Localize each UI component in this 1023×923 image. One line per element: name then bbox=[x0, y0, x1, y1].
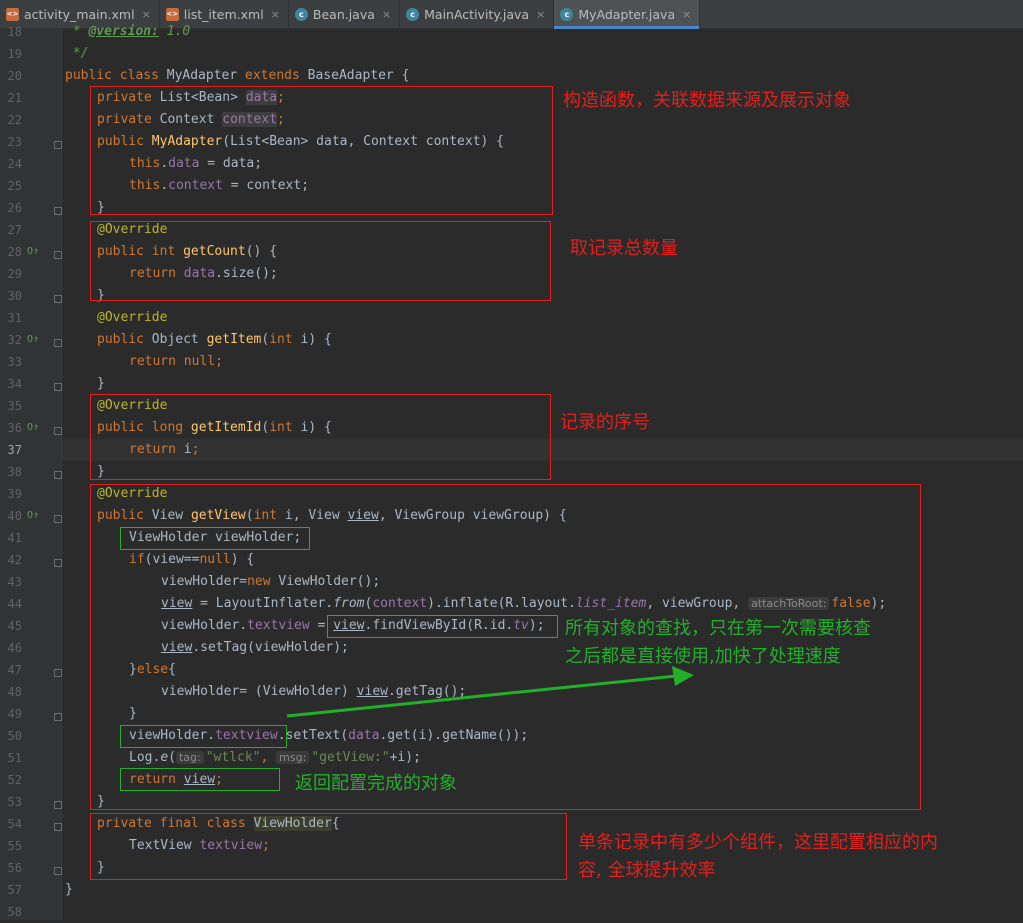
find-note-line1: 所有对象的查找，只在第一次需要核查 bbox=[565, 618, 871, 639]
holder-note-line1: 单条记录中有多少个组件，这里配置相应的内 bbox=[578, 832, 938, 853]
find-note-line2: 之后都是直接使用,加快了处理速度 bbox=[565, 646, 841, 667]
item-id-note: 记录的序号 bbox=[560, 412, 650, 433]
return-view-note: 返回配置完成的对象 bbox=[295, 773, 457, 794]
arrow-shaft bbox=[286, 674, 677, 718]
count-note: 取记录总数量 bbox=[570, 238, 678, 259]
constructor-note: 构造函数，关联数据来源及展示对象 bbox=[563, 90, 851, 111]
annotation-arrow bbox=[286, 666, 694, 718]
holder-note-line2: 容, 全球提升效率 bbox=[578, 860, 716, 881]
